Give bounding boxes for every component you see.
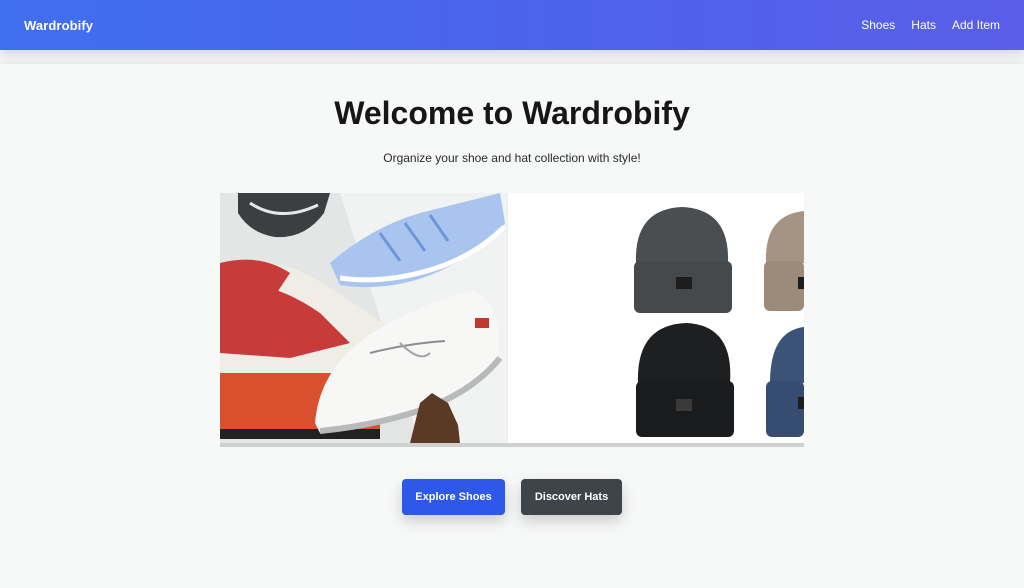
nav-link-add-item[interactable]: Add Item	[952, 18, 1000, 32]
image-gallery	[220, 193, 804, 447]
page-title: Welcome to Wardrobify	[334, 95, 690, 131]
shoes-photo	[220, 193, 507, 443]
navbar: Wardrobify Shoes Hats Add Item	[0, 0, 1024, 50]
explore-shoes-button[interactable]: Explore Shoes	[402, 479, 505, 515]
page-subtitle: Organize your shoe and hat collection wi…	[383, 151, 641, 165]
nav-links: Shoes Hats Add Item	[861, 18, 1000, 32]
brand-logo[interactable]: Wardrobify	[24, 18, 93, 33]
nav-link-hats[interactable]: Hats	[911, 18, 936, 32]
gallery-scrollbar	[220, 443, 804, 447]
nav-link-shoes[interactable]: Shoes	[861, 18, 895, 32]
hats-photo	[508, 193, 804, 443]
discover-hats-button[interactable]: Discover Hats	[521, 479, 622, 515]
